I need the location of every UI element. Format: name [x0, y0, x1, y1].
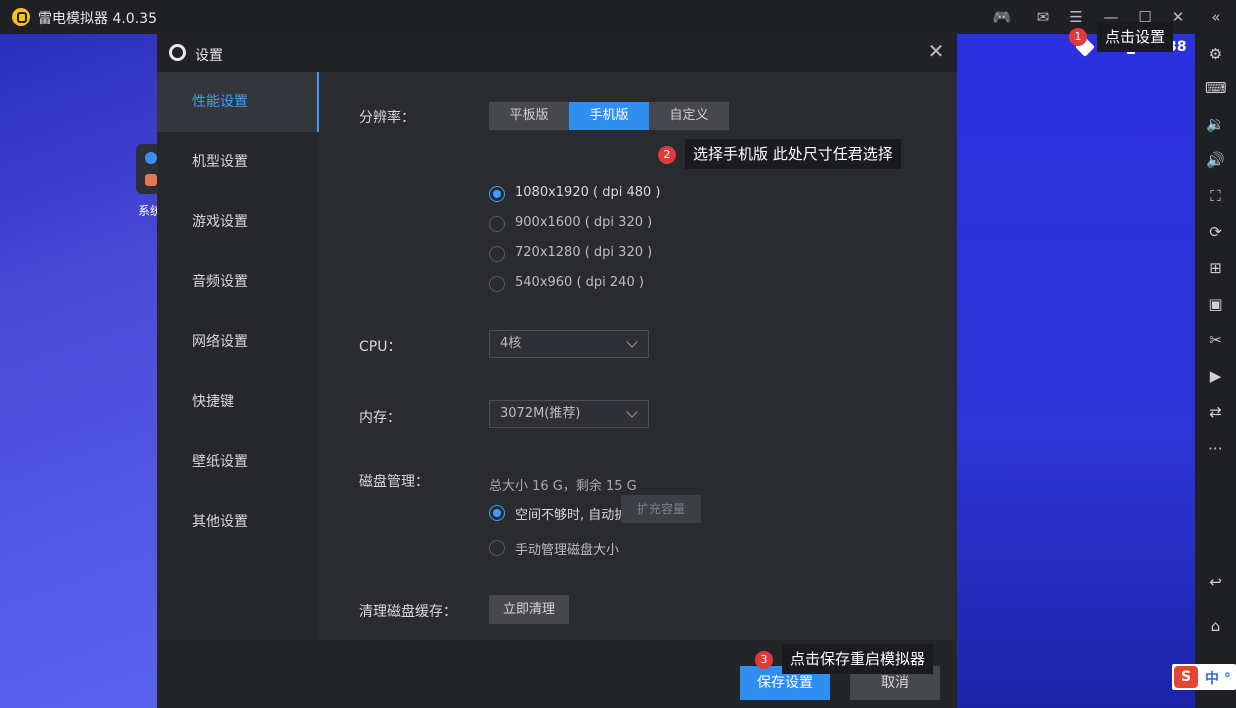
disk-manual-text: 手动管理磁盘大小 — [515, 543, 620, 558]
radio[interactable] — [489, 246, 505, 262]
rotate-icon[interactable]: ⟳ — [1205, 222, 1226, 243]
memory-select[interactable]: 3072M(推荐) — [489, 400, 649, 428]
nav-item-label: 网络设置 — [192, 334, 248, 350]
resolution-option-text: 540x960 ( dpi 240 ) — [515, 275, 644, 290]
nav-item-label: 快捷键 — [192, 394, 234, 410]
sync-icon[interactable]: ⇄ — [1205, 402, 1226, 423]
radio[interactable] — [489, 276, 505, 292]
nav-item-label: 音频设置 — [192, 274, 248, 290]
emulator-toolbar: ⚙ ⌨ 🔉 🔊 ⛶ ⟳ ⊞ ▣ ✂ ▶ ⇄ ⋯ ↩ ⌂ — [1195, 34, 1236, 708]
nav-item-label: 壁纸设置 — [192, 454, 248, 470]
callout-badge: 2 — [658, 146, 676, 164]
system-app-label: 系统 — [138, 204, 157, 218]
video-record-icon[interactable]: ▶ — [1205, 366, 1226, 387]
callout-text: 选择手机版 此处尺寸任君选择 — [685, 139, 901, 169]
nav-item-label: 机型设置 — [192, 154, 248, 170]
fullscreen-icon[interactable]: ⛶ — [1205, 186, 1226, 207]
nav-item-label: 游戏设置 — [192, 214, 248, 230]
radio-selected[interactable] — [489, 505, 505, 521]
settings-dialog: 设置 ✕ 性能设置 机型设置 游戏设置 音频设置 网络设置 快捷键 壁纸设置 其… — [157, 34, 957, 708]
radio-selected[interactable] — [489, 186, 505, 202]
radio[interactable] — [489, 540, 505, 556]
ime-mode-text: 中 ° — [1205, 671, 1231, 687]
desktop-right — [957, 34, 1195, 708]
tab-tablet[interactable]: 平板版 — [489, 102, 569, 130]
dialog-header: 设置 ✕ — [157, 34, 957, 72]
gamepad-icon[interactable]: 🎮 — [992, 7, 1012, 27]
memory-label: 内存： — [359, 410, 401, 426]
resolution-option-text: 900x1600 ( dpi 320 ) — [515, 215, 653, 230]
apk-install-icon[interactable]: ▣ — [1205, 294, 1226, 315]
radio[interactable] — [489, 216, 505, 232]
dialog-title: 设置 — [195, 48, 223, 64]
nav-item-wallpaper[interactable]: 壁纸设置 — [157, 432, 319, 492]
home-icon[interactable]: ⌂ — [1205, 616, 1226, 637]
callout-badge: 1 — [1069, 28, 1087, 46]
tab-custom[interactable]: 自定义 — [649, 102, 729, 130]
dialog-close-icon[interactable]: ✕ — [925, 40, 947, 62]
nav-item-game[interactable]: 游戏设置 — [157, 192, 319, 252]
cache-label: 清理磁盘缓存： — [359, 604, 457, 620]
volume-down-icon[interactable]: 🔉 — [1205, 114, 1226, 135]
resolution-option-text: 1080x1920 ( dpi 480 ) — [515, 185, 661, 200]
nav-item-other[interactable]: 其他设置 — [157, 492, 319, 552]
expand-capacity-button[interactable]: 扩充容量 — [621, 495, 701, 523]
nav-item-label: 性能设置 — [192, 94, 248, 110]
cpu-select-value: 4核 — [500, 336, 522, 351]
app-logo-icon — [12, 8, 30, 26]
nav-item-performance[interactable]: 性能设置 — [157, 72, 320, 132]
chevron-down-icon — [626, 336, 638, 348]
mail-icon[interactable]: ✉ — [1033, 7, 1053, 27]
more-icon[interactable]: ⋯ — [1205, 438, 1226, 459]
nav-item-shortcuts[interactable]: 快捷键 — [157, 372, 319, 432]
nav-item-model[interactable]: 机型设置 — [157, 132, 319, 192]
ime-indicator[interactable]: S 中 ° — [1172, 664, 1236, 690]
callout-text: 点击设置 — [1097, 22, 1174, 52]
cpu-label: CPU： — [359, 339, 402, 355]
chevron-down-icon — [626, 406, 638, 418]
callout-badge: 3 — [755, 651, 773, 669]
app-title: 雷电模拟器 4.0.35 — [38, 11, 157, 27]
disk-label: 磁盘管理： — [359, 474, 429, 490]
nav-item-label: 其他设置 — [192, 514, 248, 530]
sogou-logo-icon: S — [1174, 666, 1198, 688]
tab-phone[interactable]: 手机版 — [569, 102, 649, 130]
keyboard-icon[interactable]: ⌨ — [1205, 78, 1227, 99]
desktop-left — [0, 34, 157, 708]
add-app-icon[interactable]: ⊞ — [1205, 258, 1226, 279]
resolution-label: 分辨率： — [359, 110, 415, 126]
volume-up-icon[interactable]: 🔊 — [1205, 150, 1226, 171]
title-bar: 雷电模拟器 4.0.35 🎮 ✉ ☰ — ☐ ✕ « — [0, 0, 1236, 34]
scissors-icon[interactable]: ✂ — [1205, 330, 1226, 351]
settings-nav: 性能设置 机型设置 游戏设置 音频设置 网络设置 快捷键 壁纸设置 其他设置 — [157, 72, 320, 640]
back-icon[interactable]: ↩ — [1205, 572, 1226, 593]
settings-gear-icon[interactable]: ⚙ — [1205, 44, 1226, 65]
menu-icon[interactable]: ☰ — [1066, 7, 1086, 27]
memory-select-value: 3072M(推荐) — [500, 406, 581, 421]
collapse-sidebar-icon[interactable]: « — [1206, 7, 1226, 27]
nav-item-network[interactable]: 网络设置 — [157, 312, 319, 372]
disk-info: 总大小 16 G，剩余 15 G — [489, 479, 637, 494]
nav-item-audio[interactable]: 音频设置 — [157, 252, 319, 312]
resolution-option-text: 720x1280 ( dpi 320 ) — [515, 245, 653, 260]
cpu-select[interactable]: 4核 — [489, 330, 649, 358]
callout-text: 点击保存重启模拟器 — [782, 644, 934, 674]
gear-icon — [169, 44, 186, 61]
clear-cache-button[interactable]: 立即清理 — [489, 595, 569, 624]
